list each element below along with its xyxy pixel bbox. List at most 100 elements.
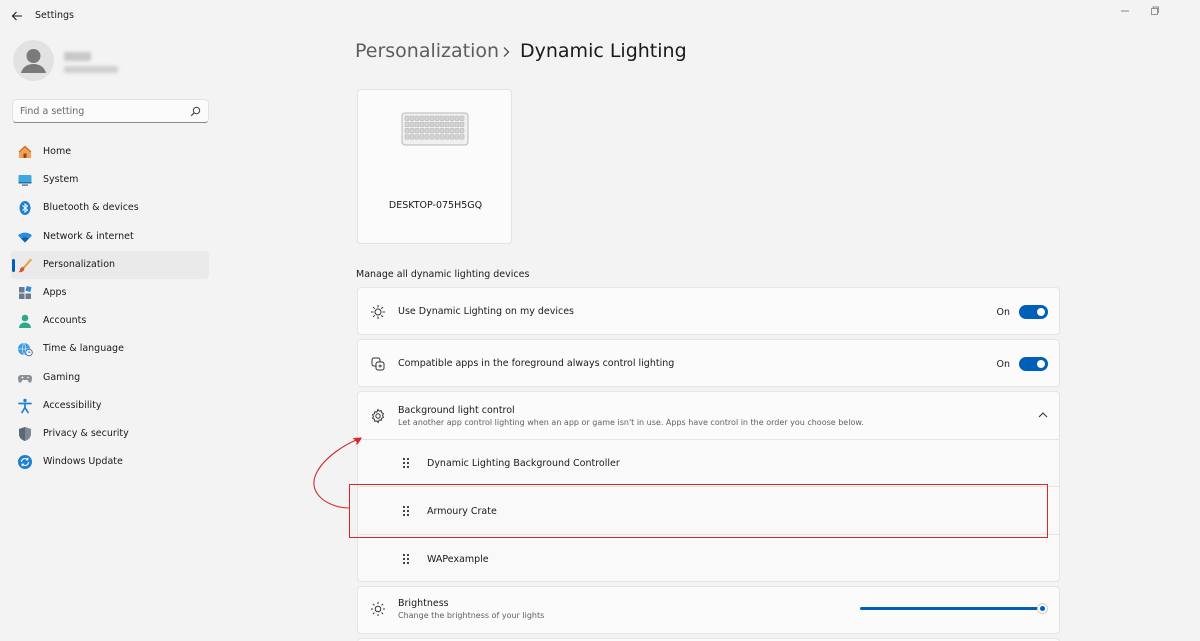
keyboard-key [454,115,460,121]
search-input[interactable] [20,104,185,119]
sidebar-item-label: Apps [43,286,67,298]
sidebar-item-label: Personalization [43,258,116,270]
sidebar-item-system[interactable]: System [11,166,209,194]
keyboard-key [409,121,415,128]
keyboard-key [419,128,425,134]
sidebar-item-label: Home [43,146,72,157]
sidebar-item-label: Time & language [43,343,124,355]
system-icon [18,175,32,186]
use-dynamic-lighting-row[interactable]: Use Dynamic Lighting on my devices On [357,287,1060,335]
accounts-icon [19,314,31,329]
sidebar-item-personalization[interactable]: Personalization [11,250,209,279]
sidebar-item-privacy-security[interactable]: Privacy & security [11,420,209,448]
apps-overlap-icon [371,357,385,371]
title-bar: Settings [0,0,1200,32]
list-item[interactable]: WAPexample [357,535,1060,582]
keyboard-key [444,115,450,121]
keyboard-key [434,115,440,121]
breadcrumb-parent[interactable]: Personalization [355,40,499,62]
keyboard-key [449,128,455,134]
keyboard-key [459,128,465,134]
keyboard-key [414,128,420,134]
background-light-control-row[interactable]: Background light control Let another app… [357,391,1060,440]
compatible-apps-row[interactable]: Compatible apps in the foreground always… [357,339,1060,387]
chevron-right-icon [503,47,510,57]
keyboard-key [414,134,420,140]
keyboard-key [409,115,415,121]
keyboard-key [454,128,460,134]
keyboard-key [404,128,410,134]
keyboard-key [424,115,430,121]
keyboard-icon [401,112,469,146]
keyboard-key [439,134,445,140]
annotation-arrow-icon [313,437,362,509]
use-dynamic-toggle-group: On [996,305,1048,319]
toggle-state-label: On [996,358,1011,370]
sidebar-item-bluetooth[interactable]: Bluetooth & devices [11,194,209,222]
app-name: Dynamic Lighting Background Controller [427,458,620,469]
row-label: Brightness [398,598,449,609]
keyboard-key [424,134,430,140]
list-item[interactable]: Dynamic Lighting Background Controller [357,440,1060,487]
app-title: Settings [35,10,74,21]
row-description: Change the brightness of your lights [398,611,545,620]
sun-burst-icon [371,305,385,319]
user-icon [21,49,46,73]
shield-icon [19,426,31,441]
keyboard-key [419,115,425,121]
keyboard-key [414,121,420,128]
user-email-redacted [64,66,118,73]
sidebar-item-time-language[interactable]: Time & language [11,335,209,363]
keyboard-key [404,115,410,121]
gamepad-icon [17,374,33,383]
avatar[interactable] [13,40,54,81]
keyboard-key [449,121,455,128]
accessibility-icon [18,398,32,414]
sidebar-item-label: Gaming [43,371,81,383]
keyboard-key [429,115,435,121]
drag-handle-icon[interactable] [402,457,410,469]
keyboard-key [459,121,465,128]
use-dynamic-lighting-toggle[interactable] [1019,305,1048,319]
sidebar-item-accounts[interactable]: Accounts [11,307,209,335]
sidebar-item-label: Network & internet [43,230,134,242]
wifi-icon [18,232,32,243]
chevron-up-icon[interactable] [1038,411,1048,419]
sidebar-item-network[interactable]: Network & internet [11,223,209,251]
keyboard-key [429,134,435,140]
minimize-icon[interactable] [1118,4,1132,18]
keyboard-key [444,121,450,128]
sidebar-item-label: Bluetooth & devices [43,202,139,214]
search-box[interactable] [12,99,209,123]
keyboard-key [439,128,445,134]
sidebar-item-home[interactable]: Home [11,138,209,166]
keyboard-key [454,121,460,128]
row-label: Use Dynamic Lighting on my devices [398,306,575,317]
keyboard-key [429,128,435,134]
toggle-state-label: On [996,306,1011,318]
keyboard-key [424,121,430,128]
annotation-highlight-box [349,484,1048,538]
compatible-apps-toggle[interactable] [1019,357,1048,371]
drag-handle-icon[interactable] [402,553,410,565]
compatible-apps-toggle-group: On [996,357,1048,371]
sidebar-item-windows-update[interactable]: Windows Update [11,448,209,476]
sidebar-item-label: Windows Update [43,456,123,468]
restore-icon[interactable] [1148,4,1162,18]
sidebar-item-gaming[interactable]: Gaming [11,364,209,392]
search-icon[interactable] [190,106,201,117]
brightness-slider[interactable] [860,603,1048,614]
sidebar-nav: Home System Bluetooth & devices Network … [11,138,209,476]
device-card[interactable]: DESKTOP-075H5GQ [357,89,512,244]
keyboard-key [434,121,440,128]
sidebar-item-apps[interactable]: Apps [11,279,209,307]
globe-clock-icon [18,343,33,357]
apps-icon [19,285,32,299]
row-description: Let another app control lighting when an… [398,418,864,427]
sidebar-item-accessibility[interactable]: Accessibility [11,392,209,420]
back-arrow-icon[interactable] [10,9,24,23]
slider-thumb[interactable] [1037,603,1048,614]
keyboard-key [409,128,415,134]
row-label: Compatible apps in the foreground always… [398,358,675,369]
gear-icon [371,408,385,424]
